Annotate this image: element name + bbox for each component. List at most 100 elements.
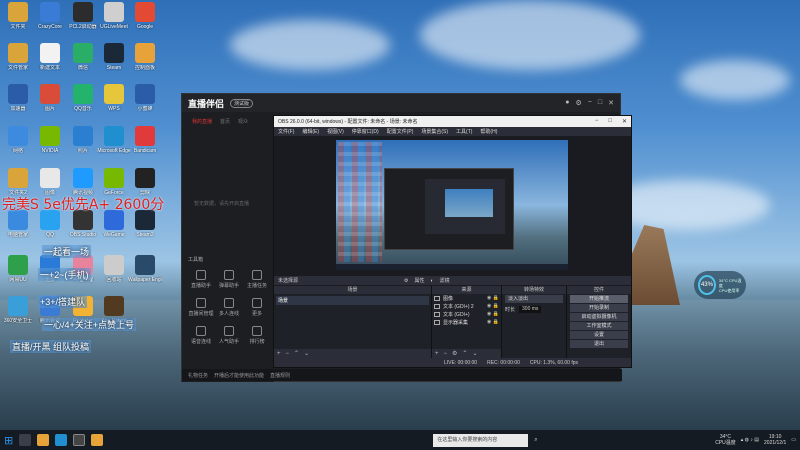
desktop-icon[interactable]: 文件管家 (1, 43, 35, 71)
desktop-icon[interactable]: 照片 (66, 126, 100, 154)
desktop-icon[interactable]: 电脑管家 (1, 210, 35, 238)
menu-item[interactable]: 视图(V) (327, 128, 344, 135)
filters-button[interactable]: 滤镜 (440, 277, 450, 284)
tool-item[interactable]: 更多 (242, 298, 272, 317)
live-app-taskbar-icon[interactable] (91, 434, 104, 446)
file-explorer-icon[interactable] (37, 434, 50, 446)
visibility-lock-icon[interactable]: ◉ 🔒 (487, 295, 499, 301)
desktop-icon[interactable]: UGLiveMeet (97, 2, 131, 30)
desktop-icon[interactable]: 回收站 (97, 255, 131, 283)
tray-icons[interactable]: ▴ ◍ ♪ ▤ (741, 437, 759, 443)
menu-item[interactable]: 帮助(H) (480, 128, 497, 135)
desktop-icon[interactable]: OBS Studio (66, 210, 100, 238)
control-button[interactable]: 启动虚拟摄像机 (570, 313, 628, 321)
menu-item[interactable]: 停靠窗口(D) (352, 128, 379, 135)
search-input[interactable]: 在这里输入你要搜索的内容 (433, 433, 529, 447)
gear-icon[interactable]: ⚙ (404, 278, 408, 284)
source-item[interactable]: 显示器采集 ◉ 🔒 (432, 318, 501, 326)
desktop-icon[interactable]: Steam (97, 43, 131, 71)
tool-item[interactable]: 直播间管理 (186, 298, 216, 317)
task-view-icon[interactable] (19, 434, 32, 446)
desktop-icon[interactable]: 网易UU (1, 255, 35, 283)
move-up-icon[interactable]: ⌃ (462, 350, 467, 357)
desktop-icon[interactable]: Bandicam (128, 126, 162, 154)
desktop-icon[interactable]: 加速器 (1, 84, 35, 112)
source-settings-icon[interactable]: ⚙ (452, 350, 457, 357)
menu-item[interactable]: 工具(T) (456, 128, 472, 135)
tab-my-live[interactable]: 我的直播 (192, 118, 212, 125)
close-icon[interactable]: ✕ (622, 118, 627, 125)
control-button[interactable]: 设置 (570, 331, 628, 339)
control-button[interactable]: 退出 (570, 340, 628, 348)
tool-item[interactable]: 语音连线 (186, 326, 216, 345)
desktop-icon[interactable]: Google (128, 2, 162, 30)
visibility-lock-icon[interactable]: ◉ 🔒 (487, 311, 499, 317)
desktop-icon[interactable]: Microsoft Edge (97, 126, 131, 154)
notification-icon[interactable]: ▭ (791, 437, 796, 443)
desktop-icon[interactable]: 360安全卫士 (1, 296, 35, 324)
desktop-icon[interactable]: 图像 (33, 168, 67, 196)
desktop-icon[interactable]: 文件夹 (1, 2, 35, 30)
desktop-icon[interactable]: 文件夹2 (1, 168, 35, 196)
properties-button[interactable]: 属性 (415, 277, 425, 284)
tool-item[interactable]: 人气助手 (214, 326, 244, 345)
control-button[interactable]: 工作室模式 (570, 322, 628, 330)
move-down-icon[interactable]: ⌄ (304, 350, 309, 357)
edge-icon[interactable] (55, 434, 68, 446)
desktop-icon[interactable]: GeForce (97, 168, 131, 196)
visibility-lock-icon[interactable]: ◉ 🔒 (487, 319, 499, 325)
settings-icon[interactable]: ⚙ (576, 99, 582, 107)
filter-icon[interactable]: ◐ (431, 278, 434, 284)
windows-start-icon[interactable]: ⊞ (4, 434, 13, 447)
desktop-icon[interactable]: 控制面板 (128, 43, 162, 71)
desktop-icon[interactable]: 微信 (66, 43, 100, 71)
move-up-icon[interactable]: ⌃ (294, 350, 299, 357)
tool-item[interactable]: 排行榜 (242, 326, 272, 345)
remove-source-icon[interactable]: − (444, 351, 448, 357)
desktop-icon[interactable]: CrazyCore (33, 2, 67, 30)
minimize-icon[interactable]: − (595, 118, 599, 125)
desktop-icon[interactable]: 剪映 (128, 168, 162, 196)
menu-item[interactable]: 配置文件(P) (387, 128, 414, 135)
desktop-icon[interactable]: NVIDIA (33, 126, 67, 154)
desktop-icon[interactable]: 图片 (33, 84, 67, 112)
avatar-icon[interactable]: ● (565, 99, 569, 107)
menu-item[interactable]: 场景集合(S) (421, 128, 448, 135)
maximize-icon[interactable]: □ (608, 118, 612, 125)
obs-preview[interactable] (274, 136, 631, 293)
cpu-widget[interactable]: 43% 34°C CPU温度 CPU使用率 (694, 271, 746, 299)
visibility-lock-icon[interactable]: ◉ 🔒 (487, 303, 499, 309)
desktop-icon[interactable]: QQ (33, 210, 67, 238)
obs-taskbar-icon[interactable] (73, 434, 86, 446)
menu-item[interactable]: 文件(F) (278, 128, 294, 135)
desktop-icon[interactable]: WPS (97, 84, 131, 112)
live-rules[interactable]: 直播规则 (270, 372, 290, 379)
tool-item[interactable]: 主播任务 (242, 270, 272, 289)
scene-item[interactable]: 场景 (276, 296, 429, 305)
desktop-icon[interactable]: Wallpaper Engine (128, 255, 162, 283)
add-scene-icon[interactable]: + (277, 351, 281, 357)
desktop-icon[interactable]: PCL2启动器 (66, 2, 100, 30)
search-icon[interactable]: ⌕ (534, 437, 537, 444)
temp-display[interactable]: 34°C CPU温度 (715, 434, 736, 446)
desktop-icon[interactable]: 腾讯视频 (66, 168, 100, 196)
control-button[interactable]: 开始推流 (570, 295, 628, 303)
source-item[interactable]: 文本 (GDI+) 2 ◉ 🔒 (432, 302, 501, 310)
desktop-icon[interactable]: 新建文本 (33, 43, 67, 71)
control-button[interactable]: 开始录制 (570, 304, 628, 312)
clock[interactable]: 19:10 2021/12/1 (764, 434, 786, 446)
tool-item[interactable]: 弹幕助手 (214, 270, 244, 289)
transition-select[interactable]: 淡入淡出 (505, 295, 563, 303)
add-source-icon[interactable]: + (435, 351, 439, 357)
desktop-icon[interactable]: 网络 (1, 126, 35, 154)
maximize-icon[interactable]: □ (598, 99, 602, 107)
source-item[interactable]: 图像 ◉ 🔒 (432, 294, 501, 302)
move-down-icon[interactable]: ⌄ (472, 350, 477, 357)
desktop-icon[interactable]: WeGame (97, 210, 131, 238)
tool-item[interactable]: 直播助手 (186, 270, 216, 289)
tab-home[interactable]: 首页 (220, 118, 230, 125)
remove-scene-icon[interactable]: − (286, 351, 290, 357)
minimize-icon[interactable]: − (588, 99, 592, 107)
tab-audience[interactable]: 观众 (238, 118, 248, 125)
tool-item[interactable]: 多人连线 (214, 298, 244, 317)
